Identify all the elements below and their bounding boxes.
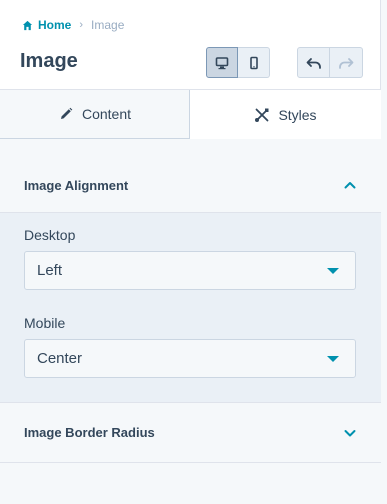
undo-button[interactable] [297, 47, 330, 78]
tab-styles-label: Styles [278, 106, 317, 123]
mobile-alignment-select[interactable]: Center [24, 339, 356, 378]
desktop-icon [215, 56, 229, 69]
mobile-view-button[interactable] [238, 47, 270, 78]
history-controls [297, 47, 363, 78]
section-divider [0, 462, 381, 463]
image-border-radius-title: Image Border Radius [24, 425, 155, 440]
desktop-label: Desktop [24, 227, 76, 243]
breadcrumb-home-link[interactable]: Home [38, 18, 71, 32]
pencil-icon [60, 107, 73, 119]
redo-icon [339, 57, 354, 69]
mobile-icon [249, 56, 258, 69]
panel-tabs: Content Styles [0, 89, 381, 139]
chevron-up-icon [344, 182, 356, 189]
caret-down-icon [327, 267, 339, 274]
sidebar-panel: Home › Image Image Content Styles Image … [0, 0, 381, 504]
image-alignment-body: Desktop Left Mobile Center [0, 213, 381, 403]
tab-styles[interactable]: Styles [190, 90, 381, 139]
desktop-alignment-value: Left [37, 262, 63, 279]
page-title: Image [20, 50, 78, 72]
redo-button[interactable] [330, 47, 363, 78]
breadcrumb-separator: › [79, 19, 84, 31]
image-alignment-header[interactable]: Image Alignment [0, 158, 381, 213]
image-alignment-title: Image Alignment [24, 177, 129, 193]
image-border-radius-header[interactable]: Image Border Radius [0, 405, 381, 460]
caret-down-icon [327, 355, 339, 362]
mobile-alignment-value: Center [37, 350, 83, 367]
undo-icon [306, 57, 321, 69]
mobile-label: Mobile [24, 315, 66, 331]
desktop-alignment-select[interactable]: Left [24, 251, 356, 290]
styles-icon [255, 108, 269, 122]
tab-content[interactable]: Content [0, 90, 190, 139]
chevron-down-icon [344, 429, 356, 436]
desktop-view-button[interactable] [206, 47, 238, 78]
right-edge-strip [381, 0, 387, 504]
breadcrumb: Home › Image [22, 16, 124, 34]
device-toggle [206, 47, 270, 78]
breadcrumb-current: Image [91, 18, 125, 32]
tab-content-label: Content [81, 106, 132, 122]
home-icon [22, 20, 33, 30]
